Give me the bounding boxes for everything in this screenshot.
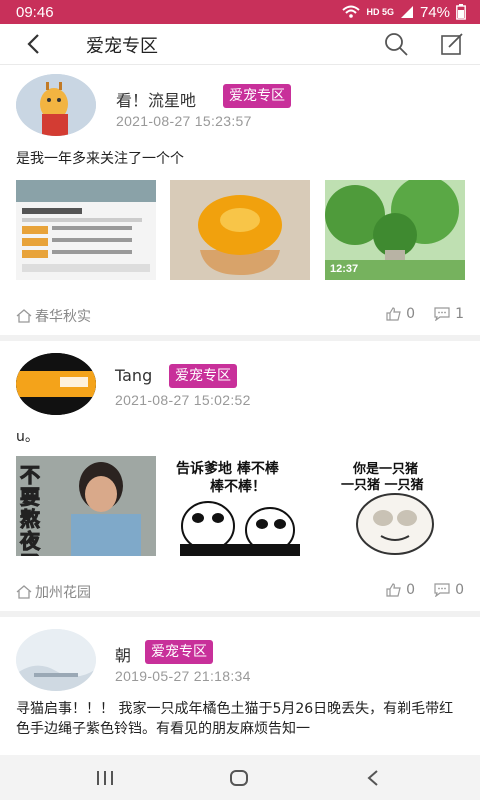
status-time: 09:46 — [16, 3, 54, 21]
screenshot-thumbnail-icon — [16, 180, 156, 280]
category-tag[interactable]: 爱宠专区 — [145, 640, 213, 664]
post-image[interactable]: 你是一只猪 一只猪 一只猪 — [325, 456, 465, 556]
post-date: 2019-05-27 21:18:34 — [115, 668, 251, 684]
post-date: 2021-08-27 15:23:57 — [116, 113, 252, 129]
meme-caption: 一只猪 一只猪 — [341, 478, 424, 493]
thumbs-up-icon[interactable] — [386, 307, 402, 321]
comment-icon[interactable] — [433, 583, 451, 597]
status-icons: HD 5G 74% — [342, 4, 466, 21]
battery-icon — [456, 4, 466, 20]
recent-apps-icon[interactable] — [95, 770, 115, 786]
post-card[interactable]: Tang 爱宠专区 2021-08-27 15:02:52 u。 不要熬夜了 告… — [0, 341, 480, 611]
signal-icon — [400, 6, 413, 18]
back-nav-icon[interactable] — [366, 769, 380, 787]
username[interactable]: Tang — [115, 366, 152, 385]
face-meme-icon — [356, 493, 434, 555]
status-bar: 09:46 HD 5G 74% — [0, 0, 480, 24]
app-header: 爱宠专区 — [0, 24, 480, 65]
post-image[interactable] — [16, 180, 156, 280]
location-label: 春华秋实 — [35, 309, 91, 325]
post-text: 是我一年多来关注了一个个 — [16, 151, 184, 167]
post-card[interactable]: 看！流星吔 爱宠专区 2021-08-27 15:23:57 是我一年多来关注了… — [0, 65, 480, 335]
back-arrow-icon[interactable] — [22, 32, 46, 56]
giraffe-avatar-icon — [16, 74, 96, 136]
category-tag[interactable]: 爱宠专区 — [169, 364, 237, 388]
meme-caption: 棒不棒！ — [210, 479, 266, 495]
meme-caption: 告诉爹地 棒不棒 — [176, 461, 279, 477]
post-date: 2021-08-27 15:02:52 — [115, 392, 251, 408]
like-count: 0 — [406, 582, 416, 598]
username[interactable]: 看！流星吔 — [116, 87, 196, 111]
meme-caption: 不要熬夜了 — [20, 463, 41, 557]
home-icon — [16, 309, 32, 323]
panda-meme-icon — [180, 501, 300, 556]
battery-percent: 74% — [419, 3, 450, 21]
network-label: HD 5G — [366, 7, 394, 17]
post-location[interactable]: 加州花园 — [16, 582, 91, 602]
category-tag[interactable]: 爱宠专区 — [223, 84, 291, 108]
post-image[interactable] — [170, 180, 310, 280]
post-image[interactable]: 12:37 — [325, 180, 465, 280]
brand-avatar-icon — [16, 353, 96, 415]
comment-icon[interactable] — [433, 307, 451, 321]
post-text: u。 — [16, 429, 39, 445]
avatar[interactable] — [16, 353, 96, 415]
comment-count: 0 — [455, 582, 464, 598]
post-image[interactable]: 告诉爹地 棒不棒 棒不棒！ — [170, 456, 310, 556]
system-nav-bar — [0, 755, 480, 800]
post-feed: 看！流星吔 爱宠专区 2021-08-27 15:23:57 是我一年多来关注了… — [0, 65, 480, 757]
wifi-icon — [342, 5, 361, 18]
image-time-caption: 12:37 — [330, 263, 359, 275]
post-stats: 0 1 — [386, 306, 464, 322]
post-location[interactable]: 春华秋实 — [16, 306, 91, 326]
page-title: 爱宠专区 — [86, 36, 158, 57]
avatar[interactable] — [16, 74, 96, 136]
post-card[interactable]: 朝 爱宠专区 2019-05-27 21:18:34 寻猫启事！！！ 我家一只成… — [0, 617, 480, 757]
thumbs-up-icon[interactable] — [386, 583, 402, 597]
post-text: 寻猫启事！！！ 我家一只成年橘色土猫于5月26日晚丢失，有剃毛带红色手边绳子紫色… — [16, 701, 454, 737]
home-button-icon[interactable] — [229, 769, 249, 787]
post-stats: 0 0 — [386, 582, 464, 598]
edit-icon[interactable] — [440, 32, 464, 56]
home-icon — [16, 585, 32, 599]
pumpkin-photo-icon — [170, 180, 310, 280]
post-image[interactable]: 不要熬夜了 — [16, 456, 156, 556]
avatar[interactable] — [16, 629, 96, 691]
username[interactable]: 朝 — [115, 642, 131, 666]
location-label: 加州花园 — [35, 585, 91, 601]
like-count: 0 — [406, 306, 416, 322]
comment-count: 1 — [455, 306, 464, 322]
default-avatar-icon — [16, 629, 96, 691]
search-icon[interactable] — [384, 32, 408, 56]
